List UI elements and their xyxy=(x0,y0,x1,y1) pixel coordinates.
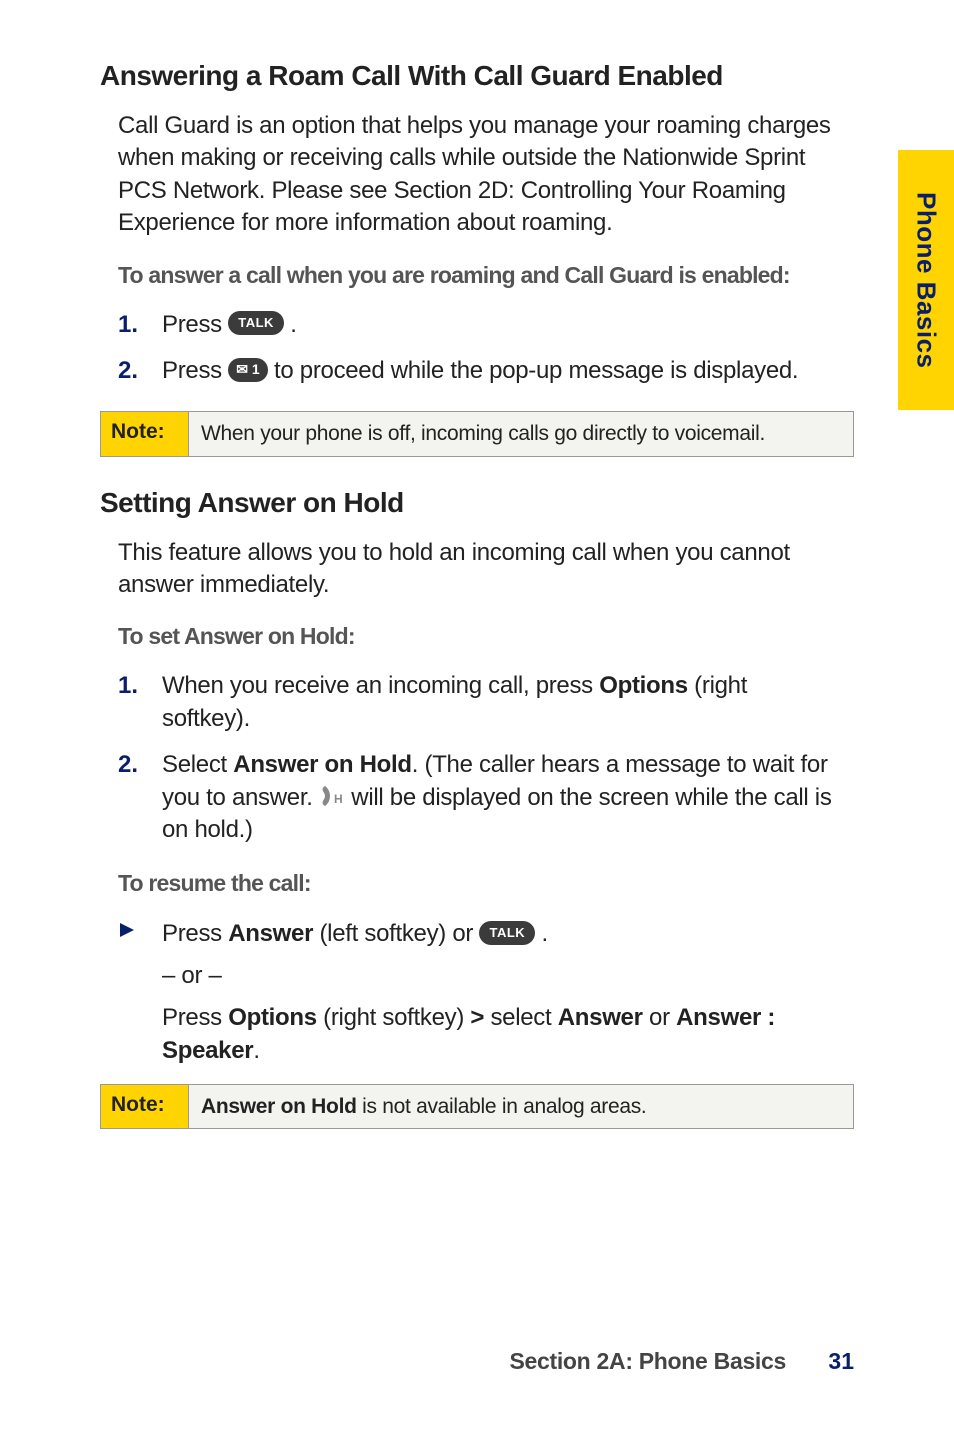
or-separator: – or – xyxy=(162,959,836,993)
step-text: Press ✉ 1 to proceed while the pop-up me… xyxy=(162,355,836,387)
resume-item: Press Answer (left softkey) or TALK . – … xyxy=(118,917,836,1067)
step-hold-1: 1. When you receive an incoming call, pr… xyxy=(118,670,836,735)
side-tab: Phone Basics xyxy=(898,150,954,410)
steps-hold: 1. When you receive an incoming call, pr… xyxy=(118,670,836,846)
page: Phone Basics Answering a Roam Call With … xyxy=(0,0,954,1431)
step-roam-2: 2. Press ✉ 1 to proceed while the pop-up… xyxy=(118,355,836,387)
footer-page-number: 31 xyxy=(828,1348,854,1374)
step-roam-1: 1. Press TALK . xyxy=(118,309,836,341)
heading-answer-roam: Answering a Roam Call With Call Guard En… xyxy=(100,60,854,92)
talk-key-icon: TALK xyxy=(228,311,284,335)
lead-roam-steps: To answer a call when you are roaming an… xyxy=(118,262,836,289)
heading-answer-hold: Setting Answer on Hold xyxy=(100,487,854,519)
note-box-voicemail: Note: When your phone is off, incoming c… xyxy=(100,411,854,456)
paragraph-hold-intro: This feature allows you to hold an incom… xyxy=(118,537,836,602)
step-hold-2: 2. Select Answer on Hold. (The caller he… xyxy=(118,749,836,846)
note-box-analog: Note: Answer on Hold is not available in… xyxy=(100,1084,854,1129)
side-tab-label: Phone Basics xyxy=(911,192,942,369)
note-label: Note: xyxy=(101,412,189,456)
svg-text:H: H xyxy=(334,792,342,806)
note-label: Note: xyxy=(101,1084,189,1128)
triangle-bullet-icon xyxy=(118,917,162,939)
steps-roam: 1. Press TALK . 2. Press ✉ 1 to proceed … xyxy=(118,309,836,388)
footer-section: Section 2A: Phone Basics xyxy=(509,1348,786,1374)
lead-resume: To resume the call: xyxy=(118,870,836,897)
lead-hold-set: To set Answer on Hold: xyxy=(118,623,836,650)
talk-key-icon: TALK xyxy=(479,921,535,945)
hold-phone-icon: H xyxy=(319,783,345,809)
page-footer: Section 2A: Phone Basics 31 xyxy=(509,1348,854,1375)
step-text: Press TALK . xyxy=(162,309,836,341)
step-number: 2. xyxy=(118,749,162,781)
one-key-icon: ✉ 1 xyxy=(228,358,267,382)
resume-text: Press Answer (left softkey) or TALK . – … xyxy=(162,917,836,1067)
paragraph-roam-intro: Call Guard is an option that helps you m… xyxy=(118,110,836,240)
step-number: 1. xyxy=(118,670,162,702)
step-text: Select Answer on Hold. (The caller hears… xyxy=(162,749,836,846)
step-number: 1. xyxy=(118,309,162,341)
resume-list: Press Answer (left softkey) or TALK . – … xyxy=(118,917,836,1067)
note-message: When your phone is off, incoming calls g… xyxy=(189,412,854,456)
note-message: Answer on Hold is not available in analo… xyxy=(189,1084,854,1128)
step-number: 2. xyxy=(118,355,162,387)
step-text: When you receive an incoming call, press… xyxy=(162,670,836,735)
